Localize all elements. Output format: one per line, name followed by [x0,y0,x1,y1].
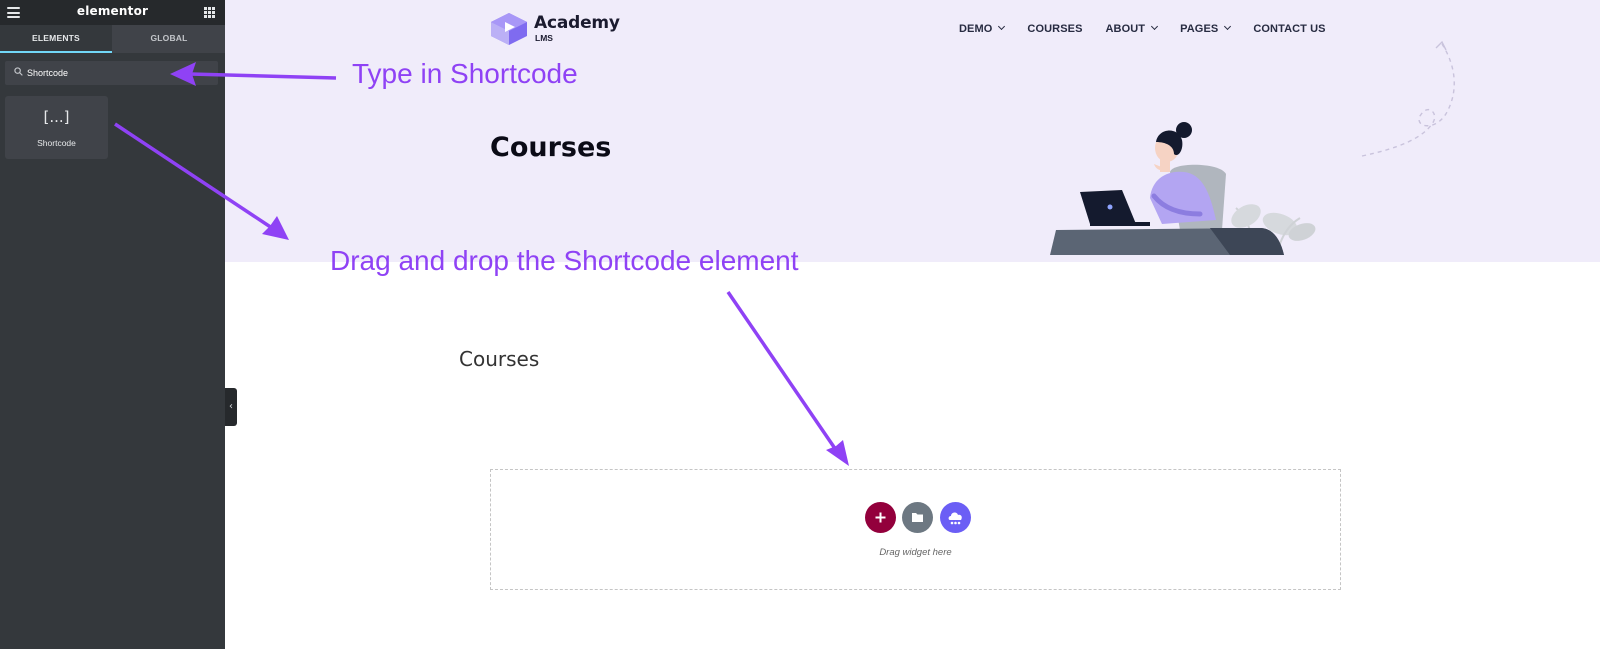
plus-icon [875,512,886,523]
nav-courses[interactable]: COURSES [1027,23,1082,39]
dropzone-hint: Drag widget here [879,547,952,558]
shortcode-icon: [...] [43,108,70,126]
nav-demo[interactable]: DEMO [959,22,1006,39]
elementor-panel: elementor ELEMENTS GLOBAL [...] Shortcod… [0,0,225,649]
woman-laptop-illustration [1050,122,1316,255]
tab-global[interactable]: GLOBAL [113,25,225,53]
logo-subtitle: LMS [535,33,553,43]
tab-elements[interactable]: ELEMENTS [0,25,112,53]
nav-pages[interactable]: PAGES [1180,22,1232,39]
dashed-arrow-doodle [1361,40,1455,157]
page-title: Courses [490,132,612,163]
site-logo[interactable]: Academy LMS [489,11,620,47]
search-icon [14,67,23,76]
collapse-panel-button[interactable]: ‹ [225,388,237,426]
section-title: Courses [459,347,540,371]
panel-header: elementor [0,0,225,25]
search-widget-box [5,61,218,85]
panel-tabs: ELEMENTS GLOBAL [0,25,225,53]
add-section-button[interactable] [865,502,896,533]
annotation-type-shortcode: Type in Shortcode [352,58,578,89]
search-widget-input[interactable] [27,65,207,81]
annotation-drag-drop: Drag and drop the Shortcode element [330,245,799,276]
apps-grid-icon[interactable] [204,7,215,18]
arrowhead-dropzone [826,440,849,466]
cloud-icon [948,512,962,525]
arrow-to-dropzone [726,291,838,451]
add-template-button[interactable] [902,502,933,533]
nav-about[interactable]: ABOUT [1106,22,1159,39]
logo-name: Academy [534,13,620,33]
nav-contact[interactable]: CONTACT US [1253,23,1325,39]
chevron-down-icon [998,22,1006,31]
shortcode-widget[interactable]: [...] Shortcode [5,96,108,159]
widget-label: Shortcode [37,138,76,148]
widget-dropzone[interactable]: Drag widget here [490,469,1341,590]
folder-icon [912,513,923,522]
chevron-down-icon [1224,22,1232,31]
chevron-down-icon [1151,22,1159,31]
main-nav: DEMO COURSES ABOUT PAGES CONTACT US [959,22,1349,39]
elementor-logo: elementor [76,4,149,18]
cloud-library-button[interactable] [940,502,971,533]
academy-logo-icon [491,13,527,45]
